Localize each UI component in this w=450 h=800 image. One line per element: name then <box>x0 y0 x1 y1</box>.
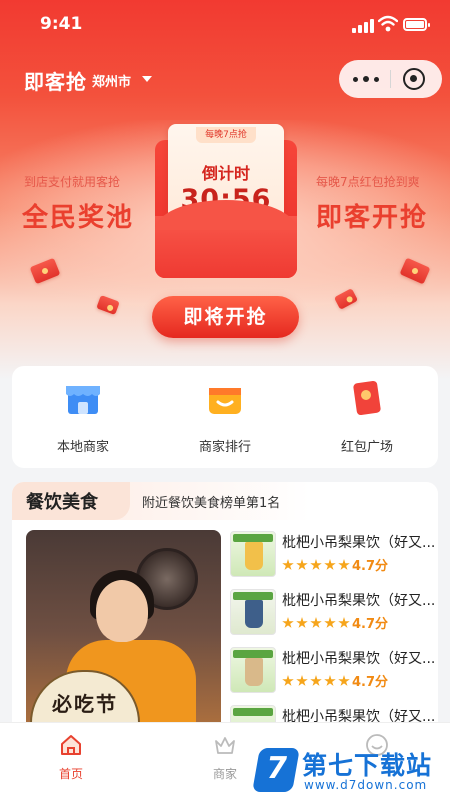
top-bar: 即客抢 郑州市 <box>0 60 450 100</box>
red-envelope-icon <box>353 381 381 415</box>
quick-nav: 本地商家 商家排行 红包广场 <box>12 366 438 468</box>
wifi-icon <box>378 15 398 32</box>
right-slogan-title: 即客开抢 <box>316 203 429 233</box>
star-icon <box>310 675 322 686</box>
star-icon <box>310 559 322 570</box>
left-slogan-title: 全民奖池 <box>22 203 135 233</box>
star-icon <box>282 559 294 570</box>
star-icon <box>338 559 350 570</box>
envelope-front <box>155 200 297 278</box>
star-icon <box>324 675 336 686</box>
star-icon <box>324 617 336 628</box>
crown-icon <box>215 737 235 754</box>
star-icon <box>338 617 350 628</box>
person-face <box>96 580 148 642</box>
tab-home[interactable]: 首页 <box>26 723 116 800</box>
quick-nav-local-shops[interactable]: 本地商家 <box>12 366 154 468</box>
home-icon <box>61 735 81 755</box>
rating-score: 4.7分 <box>352 617 389 632</box>
list-item[interactable]: 枇杷小吊梨果饮（好又... 4.7分 <box>230 588 438 638</box>
app-title: 即客抢 <box>24 70 87 94</box>
ranking-bag-icon <box>209 388 241 414</box>
promo-banner: 9:41 即客抢 郑州市 到店支付就用客抢 全民奖池 每晚7点红包抢到爽 即客开… <box>0 0 450 380</box>
item-name: 枇杷小吊梨果饮（好又... <box>282 535 436 551</box>
drink-thumbnail <box>230 589 276 635</box>
countdown-label: 倒计时 <box>201 164 250 183</box>
quick-nav-label: 红包广场 <box>340 440 393 455</box>
watermark-url: www.d7down.com <box>304 778 428 792</box>
food-section-subtitle: 附近餐饮美食榜单第1名 <box>142 496 281 511</box>
quick-nav-shop-ranking[interactable]: 商家排行 <box>154 366 296 468</box>
star-icon <box>296 675 308 686</box>
quick-nav-label: 本地商家 <box>56 440 109 455</box>
envelope-tag: 每晚7点抢 <box>196 127 256 143</box>
food-section-tab[interactable]: 餐饮美食 <box>12 482 130 520</box>
capsule-divider <box>390 70 391 88</box>
star-icon <box>282 675 294 686</box>
tab-label: 首页 <box>58 767 83 781</box>
item-name: 枇杷小吊梨果饮（好又... <box>282 593 436 609</box>
quick-nav-red-envelope-plaza[interactable]: 红包广场 <box>296 366 438 468</box>
status-bar: 9:41 <box>0 0 450 50</box>
fan-text: 必吃节 <box>52 692 118 716</box>
list-item[interactable]: 枇杷小吊梨果饮（好又... 4.7分 <box>230 646 438 696</box>
drink-thumbnail <box>230 531 276 577</box>
watermark-title: 第七下载站 <box>302 751 433 780</box>
rating-stars <box>282 556 352 570</box>
drink-thumbnail <box>230 647 276 693</box>
right-slogan-sub: 每晚7点红包抢到爽 <box>316 175 420 189</box>
more-icon[interactable] <box>353 70 379 88</box>
star-icon <box>324 559 336 570</box>
close-target-icon[interactable] <box>403 68 425 90</box>
list-item[interactable]: 枇杷小吊梨果饮（好又... 4.7分 <box>230 530 438 580</box>
food-section-header: 餐饮美食 附近餐饮美食榜单第1名 <box>12 482 438 520</box>
star-icon <box>338 675 350 686</box>
mini-program-capsule <box>339 60 442 98</box>
star-icon <box>310 617 322 628</box>
rating-stars <box>282 614 352 628</box>
shop-icon <box>66 386 100 414</box>
star-icon <box>296 617 308 628</box>
star-icon <box>282 617 294 628</box>
signal-icon <box>352 19 374 33</box>
chevron-down-icon[interactable] <box>142 76 152 82</box>
city-selector[interactable]: 郑州市 <box>92 71 131 90</box>
watermark-logo-icon <box>252 748 300 792</box>
start-grab-button[interactable]: 即将开抢 <box>152 296 299 338</box>
rating-score: 4.7分 <box>352 559 389 574</box>
countdown-envelope: 每晚7点抢 倒计时 30:56 <box>155 120 297 278</box>
item-name: 枇杷小吊梨果饮（好又... <box>282 651 436 667</box>
site-watermark: 第七下载站 www.d7down.com <box>252 744 450 800</box>
status-time: 9:41 <box>40 14 83 34</box>
food-section-title: 餐饮美食 <box>26 492 98 513</box>
rating-stars <box>282 672 352 686</box>
left-slogan-sub: 到店支付就用客抢 <box>24 175 121 189</box>
quick-nav-label: 商家排行 <box>198 440 251 455</box>
battery-icon <box>403 18 430 31</box>
star-icon <box>296 559 308 570</box>
rating-score: 4.7分 <box>352 675 389 690</box>
